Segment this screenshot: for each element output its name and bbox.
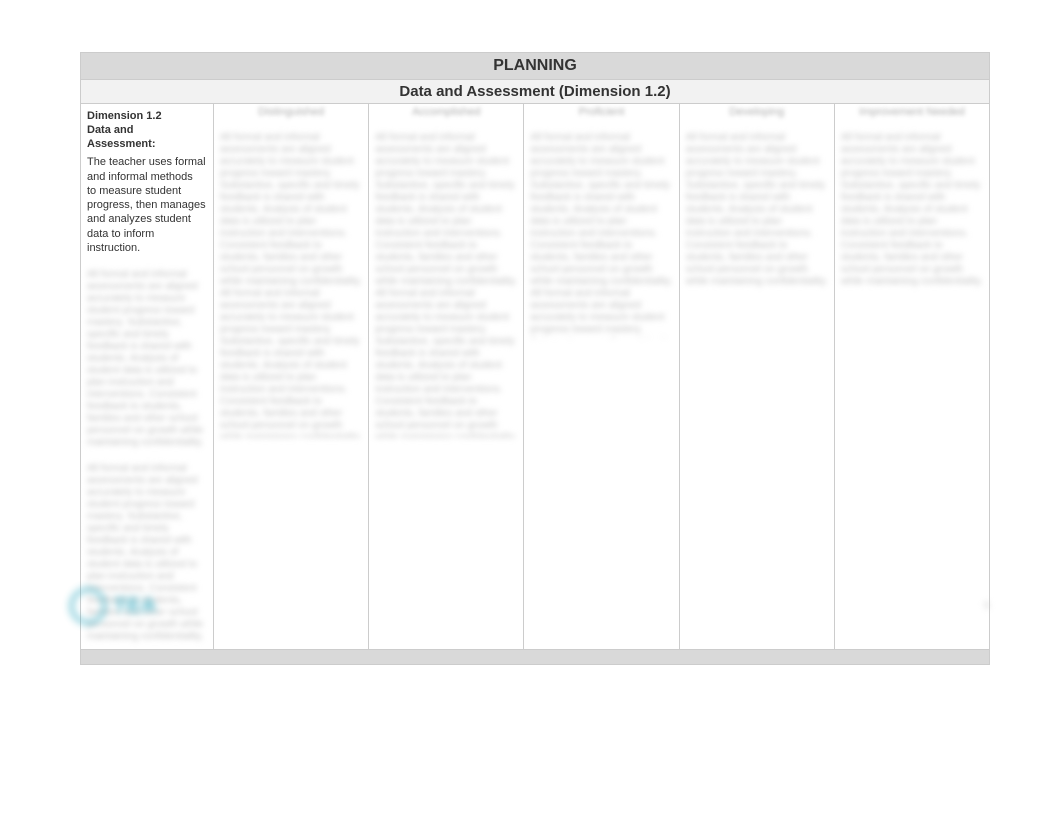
rating-col-developing: Developing All formal and informal asses… (680, 104, 835, 649)
dimension-title-line: Dimension 1.2 (87, 110, 162, 122)
rating-header: Improvement Needed (835, 104, 989, 126)
logo-text: TEA (114, 595, 157, 618)
rating-col-proficient: Proficient All formal and informal asses… (524, 104, 679, 649)
dimension-title-line: Data and (87, 124, 133, 136)
page-number: 5 (984, 600, 990, 612)
rating-col-improvement: Improvement Needed All formal and inform… (835, 104, 989, 649)
rating-col-distinguished: Distinguished All formal and informal as… (214, 104, 369, 649)
dimension-body-line: to measure student progress, then manage… (87, 185, 206, 254)
rating-text-blur: All formal and informal assessments are … (680, 126, 834, 288)
logo-icon (70, 588, 106, 624)
rating-header: Developing (680, 104, 834, 126)
rating-header: Proficient (524, 104, 678, 126)
footer-logo: TEA (70, 588, 157, 624)
rubric-grid: Dimension 1.2 Data and Assessment: The t… (80, 104, 990, 650)
rating-text-blur: All formal and informal assessments are … (214, 126, 368, 438)
dimension-cell: Dimension 1.2 Data and Assessment: The t… (81, 104, 214, 649)
rating-text-blur: All formal and informal assessments are … (835, 126, 989, 288)
dimension-extra-blur: All formal and informal assessments are … (87, 269, 207, 449)
rating-col-accomplished: Accomplished All formal and informal ass… (369, 104, 524, 649)
rating-header: Distinguished (214, 104, 368, 126)
section-header: PLANNING (80, 52, 990, 80)
table-footer-bar (80, 650, 990, 665)
dimension-title: Dimension 1.2 Data and Assessment: (87, 110, 207, 151)
rubric-table: PLANNING Data and Assessment (Dimension … (80, 52, 990, 665)
rating-header: Accomplished (369, 104, 523, 126)
subsection-header: Data and Assessment (Dimension 1.2) (80, 80, 990, 104)
rating-text-blur: All formal and informal assessments are … (524, 126, 678, 338)
dimension-title-line: Assessment: (87, 138, 155, 150)
dimension-body-line: The teacher uses formal and informal met… (87, 156, 206, 182)
dimension-body: The teacher uses formal and informal met… (87, 155, 207, 255)
rating-text-blur: All formal and informal assessments are … (369, 126, 523, 438)
